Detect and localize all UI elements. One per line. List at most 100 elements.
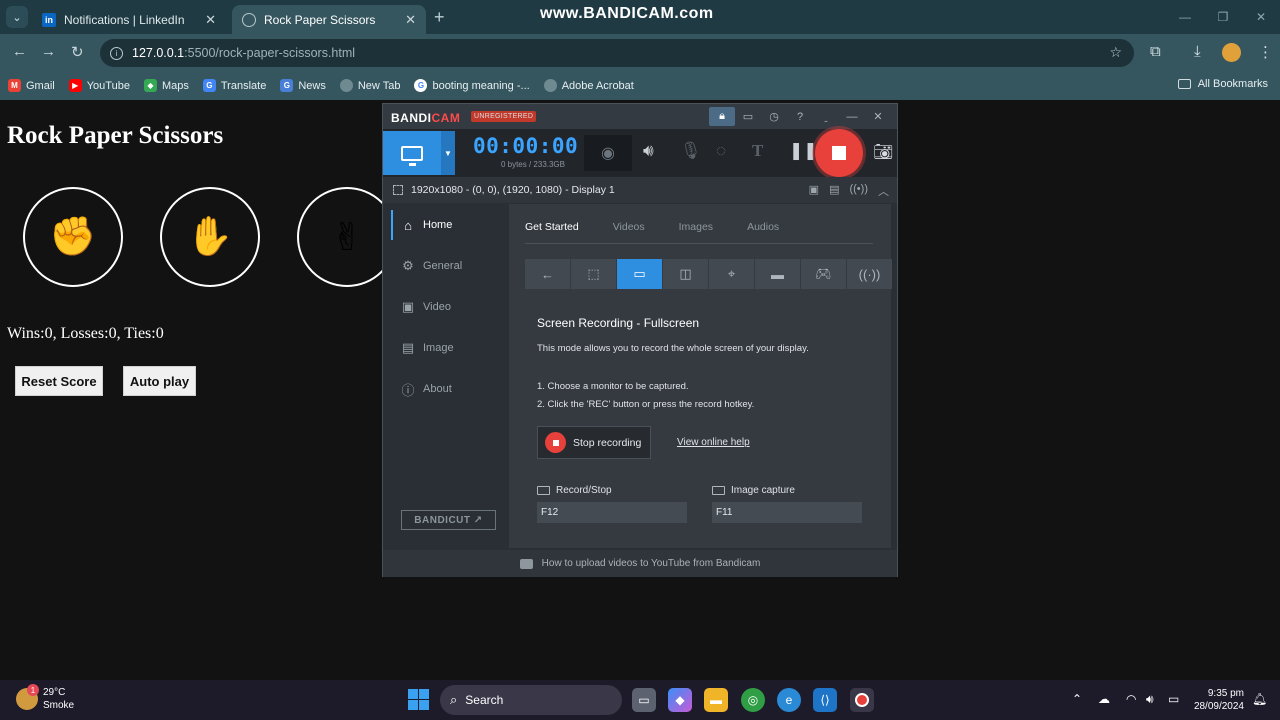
sidebar-item-general[interactable]: ⚙ General [391, 251, 508, 281]
recording-watermark: www.BANDICAM.com [540, 5, 714, 22]
back-arrow-icon[interactable]: ← [525, 259, 570, 289]
new-tab-button[interactable]: + [434, 7, 445, 28]
microphone-icon[interactable]: 🎙︎ [680, 141, 702, 161]
rectangle-mode-icon[interactable]: ⬚ [571, 259, 616, 289]
image-capture-hotkey-field[interactable]: F11 [712, 502, 862, 523]
rock-button[interactable]: ✊ [23, 187, 123, 287]
minimize-icon[interactable]: — [1166, 0, 1204, 34]
video-record-icon[interactable]: ▣ [809, 183, 819, 199]
compact-mode-icon[interactable]: ˍ [813, 107, 839, 126]
collapse-icon[interactable]: ︿ [878, 183, 889, 199]
weather-icon: 1 [16, 684, 39, 710]
bandicut-button[interactable]: BANDICUT ↗ [401, 510, 496, 530]
chrome-icon[interactable]: ◎ [741, 688, 765, 712]
help-icon[interactable]: ? [787, 107, 813, 126]
bookmark-translate[interactable]: G Translate [202, 79, 266, 92]
tab-videos[interactable]: Videos [613, 216, 645, 243]
notification-bell-icon[interactable]: 🔔︎ [1252, 692, 1267, 706]
taskbar-search[interactable]: ⌕ Search [440, 685, 622, 715]
stop-record-button[interactable] [815, 129, 863, 177]
clock-icon[interactable]: ◷ [761, 107, 787, 126]
site-info-icon[interactable]: i [110, 46, 123, 60]
extensions-icon[interactable]: ⧉ [1150, 43, 1161, 60]
all-bookmarks[interactable]: All Bookmarks [1177, 78, 1268, 90]
audio-only-mode-icon[interactable]: ((·)) [847, 259, 892, 289]
mode-dropdown[interactable]: ▼ [441, 131, 455, 175]
webcam-overlay-button[interactable]: ◉ [584, 135, 632, 171]
bandicam-footer[interactable]: How to upload videos to YouTube from Ban… [383, 550, 897, 577]
sidebar-item-home[interactable]: ⌂ Home [391, 210, 508, 240]
system-clock[interactable]: 9:35 pm 28/09/2024 [1190, 687, 1244, 713]
bookmark-booting-meaning[interactable]: Gbooting meaning -... [414, 79, 530, 92]
hdmi-mode-icon[interactable]: ▬ [755, 259, 800, 289]
text-overlay-icon[interactable]: T [752, 141, 763, 161]
start-button[interactable] [408, 689, 429, 710]
vscode-icon[interactable]: ⟨⟩ [813, 688, 837, 712]
tab-get-started[interactable]: Get Started [525, 216, 579, 243]
lock-icon[interactable]: 🔒︎ [709, 107, 735, 126]
tab-linkedin[interactable]: in Notifications | LinkedIn ✕ [32, 5, 226, 34]
bookmark-new-tab[interactable]: New Tab [339, 79, 400, 92]
minimize-icon[interactable]: — [839, 107, 865, 126]
task-view-icon[interactable]: ▭ [632, 688, 656, 712]
close-icon[interactable]: ✕ [865, 107, 891, 126]
close-window-icon[interactable]: ✕ [1242, 0, 1280, 34]
address-bar[interactable]: i 127.0.0.1:5500/rock-paper-scissors.htm… [100, 39, 1134, 67]
onedrive-icon[interactable]: ☁ [1098, 692, 1110, 706]
bandicam-titlebar: BANDICAM UNREGISTERED 🔒︎ ▭ ◷ ? ˍ — ✕ [383, 104, 897, 129]
specific-window-mode-icon[interactable]: ◫ [663, 259, 708, 289]
sidebar-item-video[interactable]: ▣ Video [391, 292, 508, 322]
reset-score-button[interactable]: Reset Score [15, 366, 103, 396]
folder-icon[interactable]: ▭ [735, 107, 761, 126]
bookmark-news[interactable]: G News [280, 79, 326, 92]
menu-kebab-icon[interactable]: ⋮ [1258, 43, 1273, 61]
bandicam-taskbar-icon[interactable] [850, 688, 874, 712]
mouse-effect-icon[interactable]: ◌ [716, 141, 726, 161]
broadcast-icon[interactable]: ((•)) [849, 183, 868, 199]
temperature: 29°C [43, 687, 66, 698]
speaker-icon[interactable]: 🔊︎ [643, 141, 654, 161]
tab-audios[interactable]: Audios [747, 216, 779, 243]
volume-icon[interactable]: 🔊︎ [1146, 692, 1154, 707]
download-icon[interactable]: ⤓ [1194, 43, 1201, 60]
forward-icon[interactable]: → [41, 43, 56, 60]
profile-avatar[interactable] [1222, 43, 1241, 62]
tab-search-button[interactable]: ⌄ [6, 6, 28, 28]
edge-icon[interactable]: e [777, 688, 801, 712]
sidebar-item-about[interactable]: ⓘ About [391, 374, 508, 404]
tab-images[interactable]: Images [679, 216, 713, 243]
bookmark-adobe-acrobat[interactable]: Adobe Acrobat [543, 79, 634, 92]
battery-icon[interactable]: ▭ [1168, 692, 1179, 706]
around-mouse-mode-icon[interactable]: ⌖ [709, 259, 754, 289]
tab-rock-paper-scissors[interactable]: Rock Paper Scissors ✕ [232, 5, 426, 34]
record-stop-hotkey-field[interactable]: F12 [537, 502, 687, 523]
video-icon: ▣ [401, 299, 415, 314]
back-icon[interactable]: ← [12, 43, 27, 60]
game-mode-icon[interactable]: 🎮︎ [801, 259, 846, 289]
globe-icon [339, 79, 353, 92]
auto-play-button[interactable]: Auto play [123, 366, 196, 396]
paper-button[interactable]: ✋ [160, 187, 260, 287]
bookmark-maps[interactable]: ◆ Maps [143, 79, 189, 92]
stop-recording-button[interactable]: Stop recording [537, 426, 651, 459]
fullscreen-mode-icon[interactable]: ▭ [617, 259, 662, 289]
close-icon[interactable]: ✕ [405, 12, 416, 28]
bookmark-gmail[interactable]: M Gmail [8, 79, 55, 92]
sidebar-item-image[interactable]: ▤ Image [391, 333, 508, 363]
url-text: 127.0.0.1:5500/rock-paper-scissors.html [132, 46, 356, 60]
screen-mode-button[interactable] [383, 131, 441, 175]
file-explorer-icon[interactable]: ▬ [704, 688, 728, 712]
image-icon[interactable]: ▤ [829, 183, 839, 199]
bookmark-star-icon[interactable]: ☆ [1109, 44, 1122, 61]
copilot-icon[interactable]: ◆ [668, 688, 692, 712]
show-hidden-icons-icon[interactable]: ⌃ [1072, 692, 1082, 706]
bookmark-youtube[interactable]: ▶ YouTube [68, 79, 130, 92]
pause-icon[interactable]: ❚❚ [789, 141, 818, 161]
weather-widget[interactable]: 1 29°C Smoke [16, 684, 74, 712]
reload-icon[interactable]: ↻ [71, 43, 84, 61]
camera-icon[interactable]: 📷︎ [873, 142, 893, 162]
view-online-help-link[interactable]: View online help [677, 437, 750, 448]
close-icon[interactable]: ✕ [205, 12, 216, 28]
wifi-icon[interactable]: ◠ [1126, 692, 1136, 706]
restore-icon[interactable]: ❐ [1204, 0, 1242, 34]
